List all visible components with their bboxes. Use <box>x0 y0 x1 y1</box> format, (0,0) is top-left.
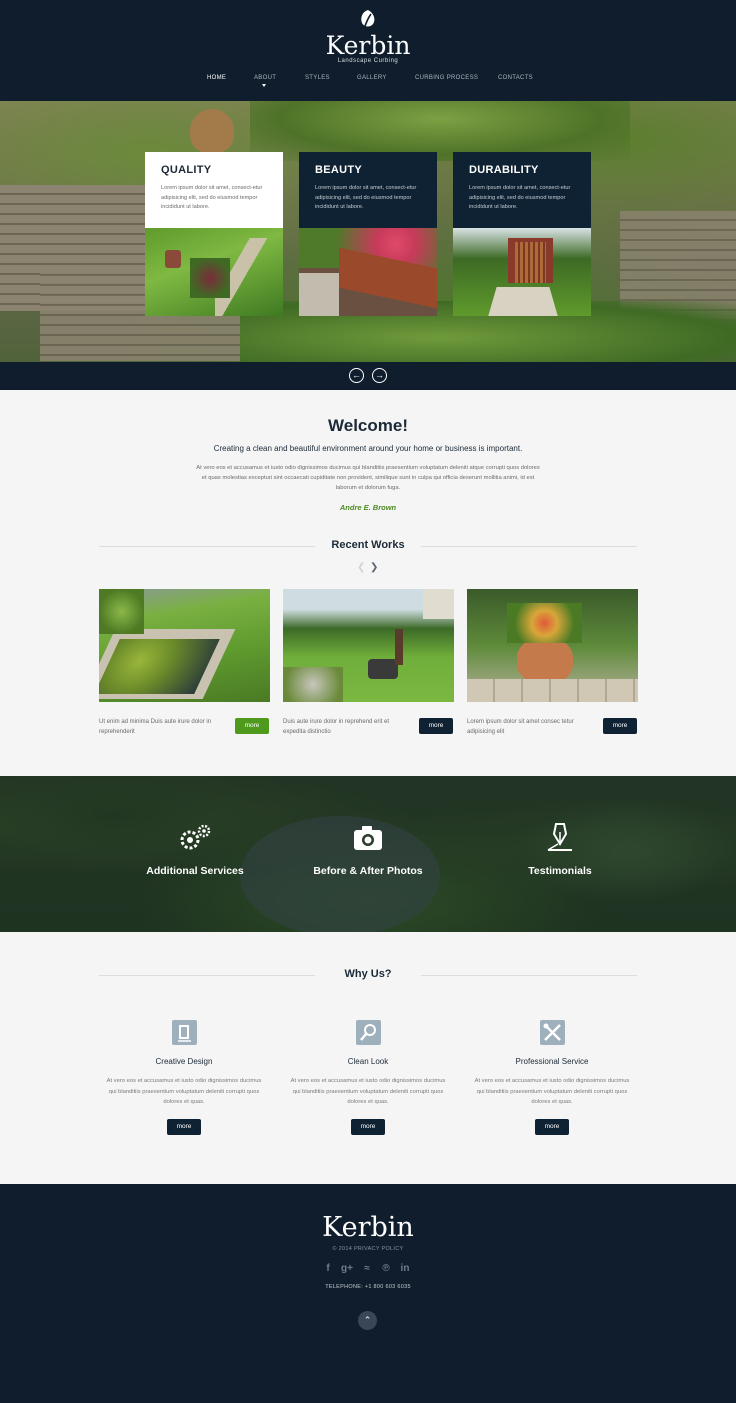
service-before-after[interactable]: Before & After Photos <box>288 822 448 877</box>
hero-card-durability: DURABILITY Lorem ipsum dolor sit amet, c… <box>453 152 591 316</box>
gears-icon <box>180 824 211 850</box>
footer-copyright[interactable]: © 2014 PRIVACY POLICY <box>0 1246 736 1252</box>
service-additional[interactable]: Additional Services <box>115 822 275 877</box>
work-image-pond[interactable] <box>99 589 270 702</box>
site-logo[interactable]: Kerbin <box>0 31 736 60</box>
work-caption: Ut enim ad minima Duis aute irure dolor … <box>99 719 212 735</box>
nav-gallery[interactable]: GALLERY <box>357 75 387 81</box>
chevron-up-icon[interactable]: ⌃ <box>358 1311 377 1330</box>
facebook-icon[interactable]: f <box>322 1263 334 1275</box>
leaf-icon <box>361 10 375 30</box>
hero-controls-bar <box>0 362 736 390</box>
welcome-body: At vero eos et accusamus et iusto odio d… <box>196 465 540 491</box>
more-button[interactable]: more <box>603 718 637 734</box>
hero-card-quality: QUALITY Lorem ipsum dolor sit amet, cons… <box>145 152 283 316</box>
why-item-text: At vero eos et accusamus et iusto odio d… <box>106 1078 262 1105</box>
nav-about[interactable]: ABOUT <box>254 75 276 81</box>
chevron-left-icon[interactable]: ❮ <box>357 563 365 573</box>
footer-logo[interactable]: Kerbin <box>0 1212 736 1243</box>
more-button[interactable]: more <box>351 1119 385 1135</box>
arrow-left-icon[interactable]: ← <box>349 368 364 383</box>
why-clean-look: Clean Look At vero eos et accusamus et i… <box>288 1020 448 1108</box>
card-title: QUALITY <box>161 164 212 176</box>
nav-styles[interactable]: STYLES <box>305 75 330 81</box>
document-icon <box>171 1020 197 1045</box>
nav-contacts[interactable]: CONTACTS <box>498 75 533 81</box>
card-text: Lorem ipsum dolor sit amet, consect-etur… <box>161 185 263 210</box>
why-us-title: Why Us? <box>344 968 392 980</box>
more-button[interactable]: more <box>535 1119 569 1135</box>
works-slider-controls: ❮ ❯ <box>357 563 381 573</box>
service-label: Before & After Photos <box>313 865 423 877</box>
rss-icon[interactable]: ≈ <box>361 1263 373 1275</box>
card-image-garden-path <box>145 228 283 316</box>
card-title: BEAUTY <box>315 164 363 176</box>
work-image-lawn[interactable] <box>283 589 454 702</box>
more-button[interactable]: more <box>419 718 453 734</box>
welcome-subtitle: Creating a clean and beautiful environme… <box>213 444 523 453</box>
tools-icon <box>539 1020 565 1045</box>
recent-works-title: Recent Works <box>331 539 405 551</box>
google-plus-icon[interactable]: g+ <box>341 1263 353 1275</box>
more-button[interactable]: more <box>167 1119 201 1135</box>
footer-phone: TELEPHONE: +1 800 603 6035 <box>325 1284 411 1290</box>
nav-curbing-process[interactable]: CURBING PROCESS <box>415 75 478 81</box>
work-caption: Lorem ipsum dolor sit amet consec tetur … <box>467 719 574 735</box>
card-text: Lorem ipsum dolor sit amet, consect-etur… <box>469 185 571 210</box>
card-image-gate-path <box>453 228 591 316</box>
why-item-title: Clean Look <box>347 1057 389 1066</box>
nav-home[interactable]: HOME <box>207 75 226 81</box>
more-button[interactable]: more <box>235 718 269 734</box>
work-caption: Duis aute irure dolor in reprehend erit … <box>283 719 390 735</box>
why-item-title: Professional Service <box>515 1057 589 1066</box>
camera-icon <box>354 826 382 850</box>
service-label: Additional Services <box>146 865 244 877</box>
magnifier-icon <box>355 1020 381 1045</box>
site-tagline: Landscape Curbing <box>337 58 399 64</box>
why-professional-service: Professional Service At vero eos et accu… <box>472 1020 632 1108</box>
card-title: DURABILITY <box>469 164 539 176</box>
service-label: Testimonials <box>528 865 592 877</box>
why-creative-design: Creative Design At vero eos et accusamus… <box>104 1020 264 1108</box>
card-image-flower-beds <box>299 228 437 316</box>
work-image-urn[interactable] <box>467 589 638 702</box>
service-testimonials[interactable]: Testimonials <box>480 822 640 877</box>
pinterest-icon[interactable]: ℗ <box>380 1263 392 1275</box>
linkedin-icon[interactable]: in <box>399 1263 411 1275</box>
main-nav: HOME ABOUT STYLES GALLERY CURBING PROCES… <box>0 75 736 87</box>
why-item-text: At vero eos et accusamus et iusto odio d… <box>474 1078 630 1105</box>
chevron-right-icon[interactable]: ❯ <box>370 563 378 573</box>
pen-nib-icon <box>547 823 572 851</box>
welcome-title: Welcome! <box>328 416 408 435</box>
why-item-title: Creative Design <box>155 1057 213 1066</box>
why-item-text: At vero eos et accusamus et iusto odio d… <box>290 1078 446 1105</box>
arrow-right-icon[interactable]: → <box>372 368 387 383</box>
welcome-signature: Andre E. Brown <box>339 503 397 512</box>
planter-pot <box>190 109 234 153</box>
card-text: Lorem ipsum dolor sit amet, consect-etur… <box>315 185 417 210</box>
nav-dropdown-caret-icon <box>262 84 266 87</box>
hero-card-beauty: BEAUTY Lorem ipsum dolor sit amet, conse… <box>299 152 437 316</box>
